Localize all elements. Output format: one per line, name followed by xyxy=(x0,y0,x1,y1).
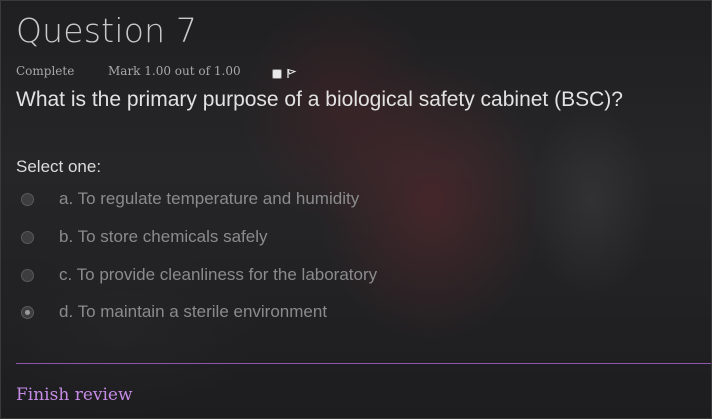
quiz-review-panel: Question 7 Complete Mark 1.00 out of 1.0… xyxy=(0,0,712,419)
answer-label-a: a. To regulate temperature and humidity xyxy=(59,189,360,208)
answer-option-c[interactable]: c. To provide cleanliness for the labora… xyxy=(21,262,377,288)
answer-label-c: c. To provide cleanliness for the labora… xyxy=(59,265,378,284)
question-text: What is the primary purpose of a biologi… xyxy=(16,88,623,111)
finish-review-link[interactable]: Finish review xyxy=(16,385,133,405)
flag-question-control[interactable] xyxy=(272,68,297,79)
answer-option-d[interactable]: d. To maintain a sterile environment xyxy=(21,299,327,325)
section-divider xyxy=(16,363,711,364)
answer-label-b: b. To store chemicals safely xyxy=(59,227,268,246)
answer-label-d: d. To maintain a sterile environment xyxy=(59,302,328,321)
answer-radio-a[interactable] xyxy=(21,192,34,206)
flag-icon[interactable] xyxy=(286,68,297,79)
flag-checkbox[interactable] xyxy=(272,68,282,79)
question-number: Question 7 xyxy=(16,11,198,50)
answer-radio-b[interactable] xyxy=(21,230,34,244)
answer-option-a[interactable]: a. To regulate temperature and humidity xyxy=(21,186,359,212)
answer-radio-c[interactable] xyxy=(21,268,34,282)
answer-prompt: Select one: xyxy=(16,157,102,176)
answer-option-b[interactable]: b. To store chemicals safely xyxy=(21,224,268,250)
question-state: Complete xyxy=(16,64,75,78)
answer-radio-d[interactable] xyxy=(21,305,34,319)
question-grade: Mark 1.00 out of 1.00 xyxy=(108,64,241,78)
